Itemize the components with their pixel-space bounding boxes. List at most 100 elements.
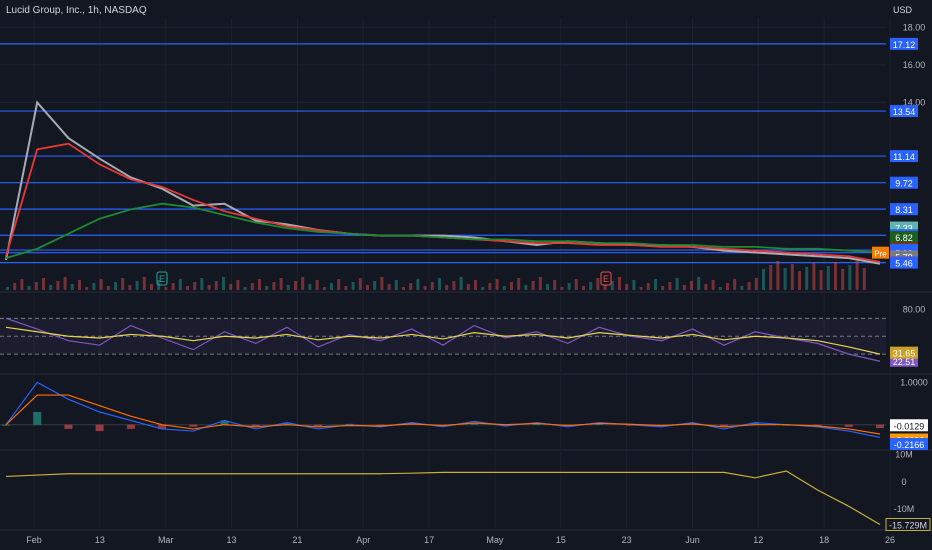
- chart-canvas[interactable]: Feb 13 Mar 13 21 Apr 17 May 15 23 Jun 12 18 26 18.00 16…: [0, 0, 932, 550]
- volume-bar: [178, 279, 182, 290]
- volume-bar: [135, 281, 139, 290]
- volume-bar: [222, 277, 225, 290]
- volume-bar: [322, 287, 326, 290]
- volume-bar: [459, 277, 463, 290]
- volume-bar: [214, 281, 218, 290]
- volume-bar: [682, 285, 686, 290]
- volume-bar: [776, 261, 780, 290]
- x-tick-label: Feb: [26, 535, 42, 545]
- volume-bar: [394, 280, 398, 290]
- x-tick-label: Mar: [158, 535, 174, 545]
- volume-bar: [661, 286, 665, 290]
- volume-bar: [366, 285, 369, 290]
- macd-badge-label: -0.2166: [894, 440, 925, 450]
- price-badge-label: 5.46: [895, 259, 913, 269]
- volume-bar: [315, 280, 319, 290]
- volume-bar: [416, 279, 420, 290]
- volume-bar: [445, 285, 449, 290]
- price-badge-label: 8.31: [895, 205, 913, 215]
- volume-bar: [538, 277, 542, 290]
- volume-bar: [769, 265, 773, 290]
- volume-bar: [654, 279, 657, 290]
- macd-histogram-bar: [95, 424, 104, 432]
- volume-bar: [733, 279, 737, 290]
- volume-bar: [567, 283, 571, 290]
- volume-bar: [783, 268, 787, 290]
- volume-bar: [517, 278, 521, 290]
- x-tick-label: 26: [885, 535, 895, 545]
- volume-bar: [452, 281, 456, 290]
- volume-bar: [272, 282, 276, 290]
- volume-bar: [668, 282, 672, 290]
- volume-bar: [747, 282, 751, 290]
- volume-bar: [711, 280, 715, 290]
- volume-bar: [603, 285, 607, 290]
- price-badge-label: 17.12: [893, 40, 916, 50]
- volume-bar: [762, 269, 765, 290]
- x-tick-label: 13: [95, 535, 105, 545]
- volume-bar: [34, 282, 38, 290]
- volume-bar: [186, 286, 189, 290]
- volume-bar: [834, 262, 837, 290]
- price-tick-label: 16.00: [903, 60, 926, 70]
- volume-bar: [531, 281, 535, 290]
- cum-tick-label: -10M: [894, 504, 915, 514]
- volume-bar: [308, 284, 312, 290]
- volume-bar: [150, 284, 153, 290]
- volume-bar: [704, 284, 708, 290]
- earnings-marker-label: E: [159, 274, 165, 284]
- volume-bar: [49, 285, 53, 290]
- volume-bar: [78, 280, 81, 290]
- volume-bar: [819, 270, 823, 290]
- volume-bar: [294, 281, 297, 290]
- volume-bar: [286, 285, 290, 290]
- volume-bar: [330, 283, 333, 290]
- macd-histogram-bar: [33, 412, 42, 425]
- volume-bar: [358, 278, 362, 290]
- x-tick-label: 12: [753, 535, 763, 545]
- volume-bar: [200, 278, 204, 290]
- macd-badge-label: -0.0129: [894, 421, 925, 431]
- volume-bar: [589, 282, 593, 290]
- volume-bar: [553, 280, 557, 290]
- x-tick-label: 23: [622, 535, 632, 545]
- volume-bar: [798, 271, 801, 290]
- volume-bar: [380, 277, 384, 290]
- macd-tick-label: 1.0000: [900, 377, 928, 387]
- volume-bar: [85, 287, 89, 290]
- volume-bar: [826, 266, 830, 290]
- volume-bar: [20, 279, 24, 290]
- volume-bar: [373, 281, 377, 290]
- volume-bar: [740, 286, 744, 290]
- x-tick-label: 17: [424, 535, 434, 545]
- volume-bar: [229, 284, 233, 290]
- macd-histogram-bar: [189, 424, 198, 427]
- volume-bar: [171, 283, 175, 290]
- x-tick-label: May: [486, 535, 504, 545]
- macd-histogram-bar: [2, 424, 10, 426]
- volume-bar: [625, 284, 629, 290]
- volume-bar: [63, 277, 67, 290]
- volume-bar: [236, 280, 240, 290]
- volume-bar: [646, 283, 650, 290]
- volume-bar: [790, 264, 794, 290]
- macd-histogram-bar: [64, 424, 73, 429]
- volume-bar: [42, 278, 45, 290]
- x-tick-label: 15: [556, 535, 566, 545]
- volume-bar: [718, 287, 722, 290]
- volume-bar: [402, 287, 405, 290]
- volume-bar: [430, 282, 434, 290]
- volume-bar: [164, 287, 168, 290]
- volume-bar: [423, 286, 427, 290]
- volume-bar: [855, 261, 859, 290]
- volume-bar: [582, 286, 585, 290]
- volume-bar: [409, 283, 413, 290]
- volume-bar: [632, 280, 636, 290]
- earnings-marker-label: E: [603, 274, 609, 284]
- x-tick-label: Jun: [685, 535, 700, 545]
- volume-bar: [546, 284, 549, 290]
- volume-bar: [337, 279, 341, 290]
- volume-bar: [114, 282, 117, 290]
- volume-bar: [560, 287, 564, 290]
- volume-bar: [488, 283, 492, 290]
